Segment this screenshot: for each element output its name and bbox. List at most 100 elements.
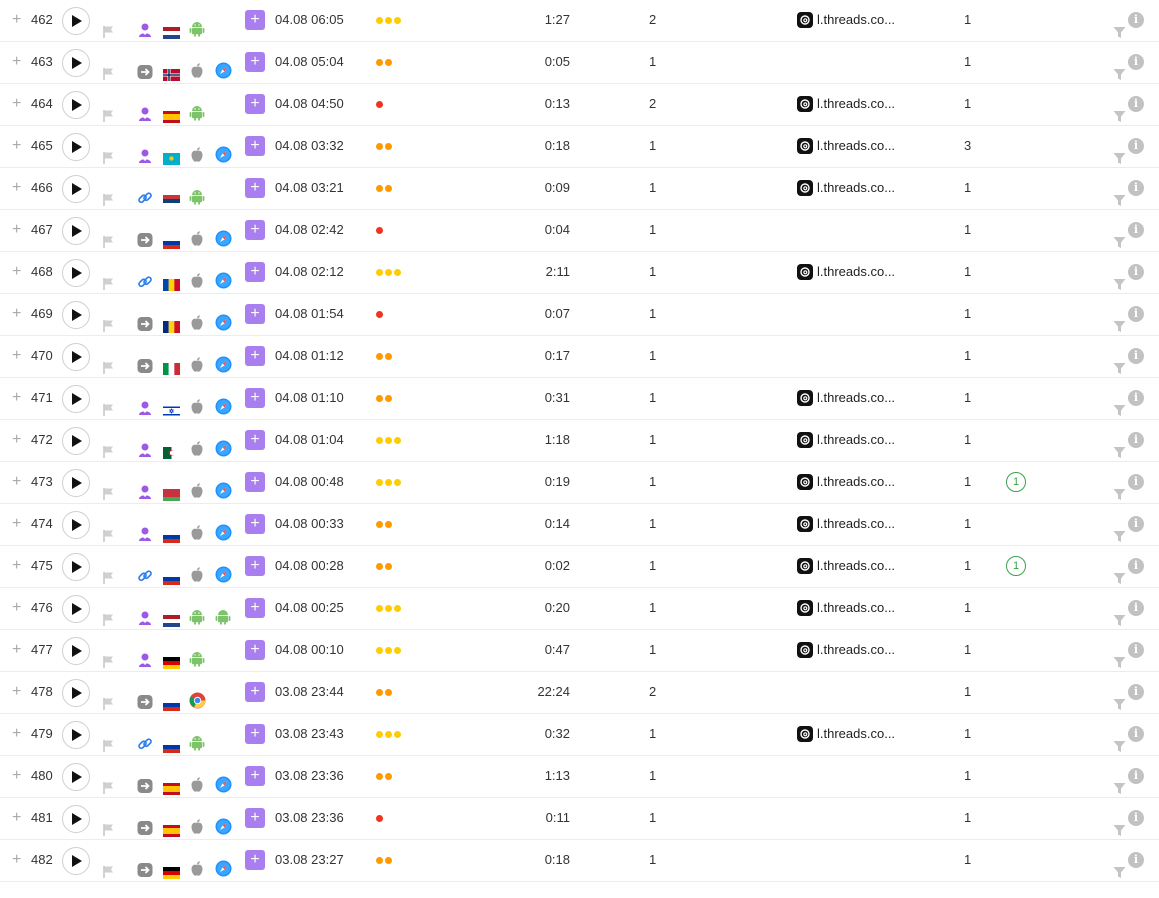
add-button[interactable]: + bbox=[245, 808, 265, 828]
play-button[interactable] bbox=[62, 847, 90, 875]
flag-icon[interactable] bbox=[102, 602, 116, 626]
expand-icon[interactable]: + bbox=[12, 210, 24, 251]
add-button[interactable]: + bbox=[245, 388, 265, 408]
info-icon[interactable]: i bbox=[1128, 684, 1144, 700]
flag-icon[interactable] bbox=[102, 854, 116, 878]
filter-icon[interactable] bbox=[1113, 308, 1126, 332]
table-row[interactable]: + 481 + 03.08 23:36 0:11 1 1 i bbox=[0, 798, 1159, 840]
expand-icon[interactable]: + bbox=[12, 42, 24, 83]
filter-icon[interactable] bbox=[1113, 14, 1126, 38]
play-button[interactable] bbox=[62, 49, 90, 77]
filter-icon[interactable] bbox=[1113, 434, 1126, 458]
filter-icon[interactable] bbox=[1113, 812, 1126, 836]
table-row[interactable]: + 479 + 03.08 23:43 0:32 1 l.threads.co.… bbox=[0, 714, 1159, 756]
play-button[interactable] bbox=[62, 721, 90, 749]
play-button[interactable] bbox=[62, 385, 90, 413]
info-icon[interactable]: i bbox=[1128, 474, 1144, 490]
filter-icon[interactable] bbox=[1113, 98, 1126, 122]
filter-icon[interactable] bbox=[1113, 518, 1126, 542]
filter-icon[interactable] bbox=[1113, 350, 1126, 374]
play-button[interactable] bbox=[62, 427, 90, 455]
add-button[interactable]: + bbox=[245, 10, 265, 30]
flag-icon[interactable] bbox=[102, 476, 116, 500]
table-row[interactable]: + 474 + 04.08 00:33 0:14 1 l.threads.co.… bbox=[0, 504, 1159, 546]
flag-icon[interactable] bbox=[102, 644, 116, 668]
table-row[interactable]: + 476 + 04.08 00:25 0:20 1 l.threads.co.… bbox=[0, 588, 1159, 630]
filter-icon[interactable] bbox=[1113, 224, 1126, 248]
table-row[interactable]: + 475 + 04.08 00:28 0:02 1 l.threads.co.… bbox=[0, 546, 1159, 588]
add-button[interactable]: + bbox=[245, 472, 265, 492]
add-button[interactable]: + bbox=[245, 766, 265, 786]
expand-icon[interactable]: + bbox=[12, 672, 24, 713]
table-row[interactable]: + 463 + 04.08 05:04 0:05 1 1 i bbox=[0, 42, 1159, 84]
table-row[interactable]: + 462 + 04.08 06:05 1:27 2 l.threads.co.… bbox=[0, 0, 1159, 42]
expand-icon[interactable]: + bbox=[12, 84, 24, 125]
info-icon[interactable]: i bbox=[1128, 642, 1144, 658]
add-button[interactable]: + bbox=[245, 514, 265, 534]
add-button[interactable]: + bbox=[245, 136, 265, 156]
play-button[interactable] bbox=[62, 91, 90, 119]
flag-icon[interactable] bbox=[102, 182, 116, 206]
play-button[interactable] bbox=[62, 805, 90, 833]
filter-icon[interactable] bbox=[1113, 476, 1126, 500]
filter-icon[interactable] bbox=[1113, 56, 1126, 80]
info-icon[interactable]: i bbox=[1128, 852, 1144, 868]
play-button[interactable] bbox=[62, 679, 90, 707]
info-icon[interactable]: i bbox=[1128, 54, 1144, 70]
add-button[interactable]: + bbox=[245, 682, 265, 702]
flag-icon[interactable] bbox=[102, 686, 116, 710]
filter-icon[interactable] bbox=[1113, 140, 1126, 164]
table-row[interactable]: + 466 + 04.08 03:21 0:09 1 l.threads.co.… bbox=[0, 168, 1159, 210]
expand-icon[interactable]: + bbox=[12, 168, 24, 209]
expand-icon[interactable]: + bbox=[12, 0, 24, 41]
expand-icon[interactable]: + bbox=[12, 252, 24, 293]
play-button[interactable] bbox=[62, 637, 90, 665]
table-row[interactable]: + 473 + 04.08 00:48 0:19 1 l.threads.co.… bbox=[0, 462, 1159, 504]
play-button[interactable] bbox=[62, 133, 90, 161]
info-icon[interactable]: i bbox=[1128, 600, 1144, 616]
info-icon[interactable]: i bbox=[1128, 810, 1144, 826]
play-button[interactable] bbox=[62, 175, 90, 203]
flag-icon[interactable] bbox=[102, 728, 116, 752]
filter-icon[interactable] bbox=[1113, 602, 1126, 626]
add-button[interactable]: + bbox=[245, 178, 265, 198]
filter-icon[interactable] bbox=[1113, 644, 1126, 668]
info-icon[interactable]: i bbox=[1128, 264, 1144, 280]
info-icon[interactable]: i bbox=[1128, 432, 1144, 448]
table-row[interactable]: + 482 + 03.08 23:27 0:18 1 1 i bbox=[0, 840, 1159, 882]
info-icon[interactable]: i bbox=[1128, 138, 1144, 154]
expand-icon[interactable]: + bbox=[12, 840, 24, 881]
expand-icon[interactable]: + bbox=[12, 588, 24, 629]
play-button[interactable] bbox=[62, 259, 90, 287]
expand-icon[interactable]: + bbox=[12, 546, 24, 587]
table-row[interactable]: + 477 + 04.08 00:10 0:47 1 l.threads.co.… bbox=[0, 630, 1159, 672]
expand-icon[interactable]: + bbox=[12, 420, 24, 461]
table-row[interactable]: + 478 + 03.08 23:44 22:24 2 1 i bbox=[0, 672, 1159, 714]
flag-icon[interactable] bbox=[102, 392, 116, 416]
filter-icon[interactable] bbox=[1113, 392, 1126, 416]
filter-icon[interactable] bbox=[1113, 854, 1126, 878]
table-row[interactable]: + 469 + 04.08 01:54 0:07 1 1 i bbox=[0, 294, 1159, 336]
expand-icon[interactable]: + bbox=[12, 378, 24, 419]
filter-icon[interactable] bbox=[1113, 686, 1126, 710]
expand-icon[interactable]: + bbox=[12, 630, 24, 671]
flag-icon[interactable] bbox=[102, 350, 116, 374]
flag-icon[interactable] bbox=[102, 770, 116, 794]
info-icon[interactable]: i bbox=[1128, 768, 1144, 784]
info-icon[interactable]: i bbox=[1128, 558, 1144, 574]
table-row[interactable]: + 467 + 04.08 02:42 0:04 1 1 i bbox=[0, 210, 1159, 252]
flag-icon[interactable] bbox=[102, 434, 116, 458]
play-button[interactable] bbox=[62, 217, 90, 245]
info-icon[interactable]: i bbox=[1128, 96, 1144, 112]
play-button[interactable] bbox=[62, 301, 90, 329]
flag-icon[interactable] bbox=[102, 14, 116, 38]
goal-badge[interactable]: 1 bbox=[1006, 556, 1026, 576]
info-icon[interactable]: i bbox=[1128, 516, 1144, 532]
filter-icon[interactable] bbox=[1113, 560, 1126, 584]
flag-icon[interactable] bbox=[102, 308, 116, 332]
add-button[interactable]: + bbox=[245, 724, 265, 744]
table-row[interactable]: + 480 + 03.08 23:36 1:13 1 1 i bbox=[0, 756, 1159, 798]
add-button[interactable]: + bbox=[245, 598, 265, 618]
add-button[interactable]: + bbox=[245, 52, 265, 72]
play-button[interactable] bbox=[62, 553, 90, 581]
